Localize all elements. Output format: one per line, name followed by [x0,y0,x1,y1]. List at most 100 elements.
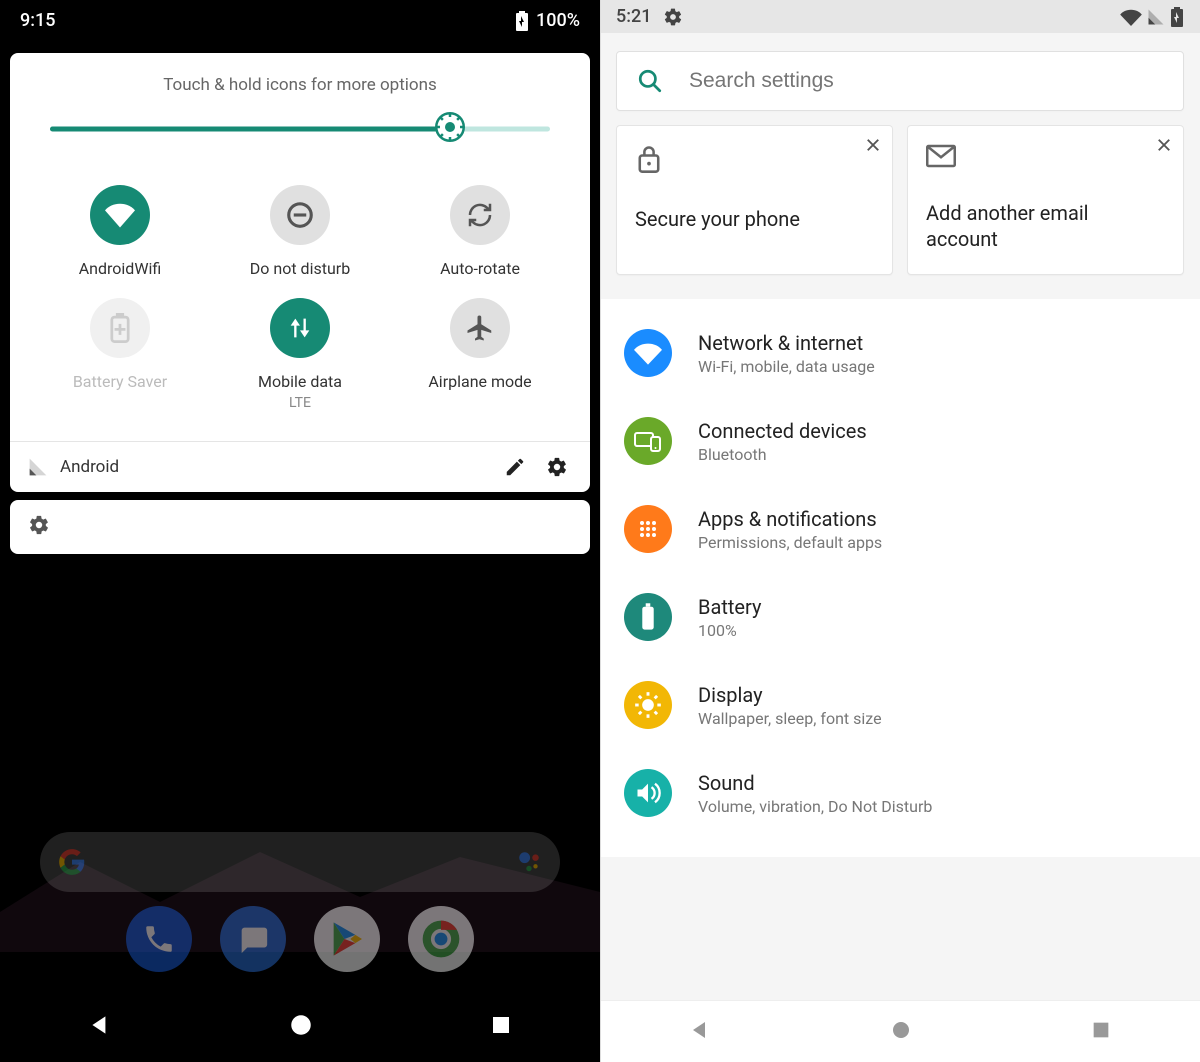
item-subtitle: Bluetooth [698,445,867,464]
dnd-icon [270,185,330,245]
phone-app-icon[interactable] [126,906,192,972]
settings-connected-devices[interactable]: Connected devices Bluetooth [600,397,1200,485]
nav-recents[interactable] [489,1013,513,1041]
suggestion-text: Secure your phone [635,206,874,232]
search-settings[interactable] [616,51,1184,111]
settings-list: Network & internet Wi-Fi, mobile, data u… [600,299,1200,857]
settings-battery[interactable]: Battery 100% [600,573,1200,661]
chrome-icon[interactable] [408,906,474,972]
apps-icon [624,505,672,553]
tile-mobile-data[interactable]: Mobile data LTE [210,298,390,411]
close-button[interactable] [864,136,882,158]
item-subtitle: Wallpaper, sleep, font size [698,709,882,728]
tile-dnd[interactable]: Do not disturb [210,185,390,278]
tile-label: Mobile data [258,372,342,391]
status-time: 5:21 [616,6,651,27]
nav-bar [0,992,600,1062]
wifi-icon [90,185,150,245]
nav-bar [600,1000,1200,1062]
signal-icon [1146,8,1166,26]
item-title: Apps & notifications [698,507,882,531]
gear-icon [28,514,50,536]
item-title: Sound [698,771,932,795]
rotate-icon [450,185,510,245]
mobile-data-icon [270,298,330,358]
nav-back[interactable] [688,1018,712,1046]
item-title: Network & internet [698,331,875,355]
devices-icon [624,417,672,465]
sound-icon [624,769,672,817]
play-store-icon[interactable] [314,906,380,972]
suggestion-secure-phone[interactable]: Secure your phone [616,125,893,275]
google-g-icon [58,848,86,876]
display-icon [624,681,672,729]
status-time: 9:15 [20,10,55,31]
tile-label: Do not disturb [250,259,350,278]
messages-app-icon[interactable] [220,906,286,972]
tile-sublabel: LTE [289,395,311,411]
item-subtitle: Wi-Fi, mobile, data usage [698,357,875,376]
divider [600,0,601,1062]
item-title: Display [698,683,882,707]
suggestion-cards: Secure your phone Add another email acco… [616,125,1184,275]
quick-settings-panel: Touch & hold icons for more options Andr… [10,53,590,492]
settings-display[interactable]: Display Wallpaper, sleep, font size [600,661,1200,749]
suggestion-add-email[interactable]: Add another email account [907,125,1184,275]
slider-fill [50,127,450,132]
battery-icon [624,593,672,641]
gear-icon [546,456,568,478]
close-button[interactable] [1155,136,1173,158]
gmail-icon [926,144,1165,172]
nav-recents[interactable] [1090,1019,1112,1045]
phone-quick-settings: 9:15 100% Touch & hold icons for more op… [0,0,600,1062]
status-bar: 5:21 [600,0,1200,33]
item-subtitle: Permissions, default apps [698,533,882,552]
notification-row[interactable] [10,500,590,554]
battery-percent: 100% [536,10,580,31]
battery-charging-icon [1170,7,1184,27]
nav-back[interactable] [87,1012,113,1042]
google-search-bar[interactable] [40,832,560,892]
nav-home[interactable] [288,1012,314,1042]
qs-tiles-grid: AndroidWifi Do not disturb Auto-rotate [10,161,590,441]
tile-autorotate[interactable]: Auto-rotate [390,185,570,278]
item-subtitle: Volume, vibration, Do Not Disturb [698,797,932,816]
suggestion-text: Add another email account [926,200,1165,252]
battery-charging-icon [514,11,530,31]
wifi-icon [1120,8,1142,26]
close-icon [1155,136,1173,154]
tile-label: Airplane mode [428,372,531,391]
wifi-icon [624,329,672,377]
airplane-icon [450,298,510,358]
item-subtitle: 100% [698,621,761,640]
brightness-icon[interactable] [435,112,465,146]
tile-airplane[interactable]: Airplane mode [390,298,570,411]
item-title: Connected devices [698,419,867,443]
settings-button[interactable] [542,456,572,478]
search-icon [637,68,663,94]
qs-footer: Android [10,441,590,492]
battery-saver-icon [90,298,150,358]
settings-sound[interactable]: Sound Volume, vibration, Do Not Disturb [600,749,1200,837]
tile-battery-saver[interactable]: Battery Saver [30,298,210,411]
item-title: Battery [698,595,761,619]
status-bar: 9:15 100% [0,0,600,39]
tile-label: Battery Saver [73,372,167,391]
signal-icon [28,457,48,477]
qs-hint: Touch & hold icons for more options [10,53,590,109]
assistant-icon [516,849,542,875]
brightness-slider[interactable] [50,109,550,149]
carrier-label: Android [60,457,488,477]
settings-apps[interactable]: Apps & notifications Permissions, defaul… [600,485,1200,573]
lock-icon [635,144,874,178]
gear-icon [663,7,683,27]
close-icon [864,136,882,154]
nav-home[interactable] [889,1018,913,1046]
search-input[interactable] [689,69,1163,93]
tile-wifi[interactable]: AndroidWifi [30,185,210,278]
tile-label: Auto-rotate [440,259,520,278]
edit-button[interactable] [500,456,530,478]
settings-network[interactable]: Network & internet Wi-Fi, mobile, data u… [600,309,1200,397]
phone-settings: 5:21 Secure your phone [600,0,1200,1062]
pencil-icon [504,456,526,478]
